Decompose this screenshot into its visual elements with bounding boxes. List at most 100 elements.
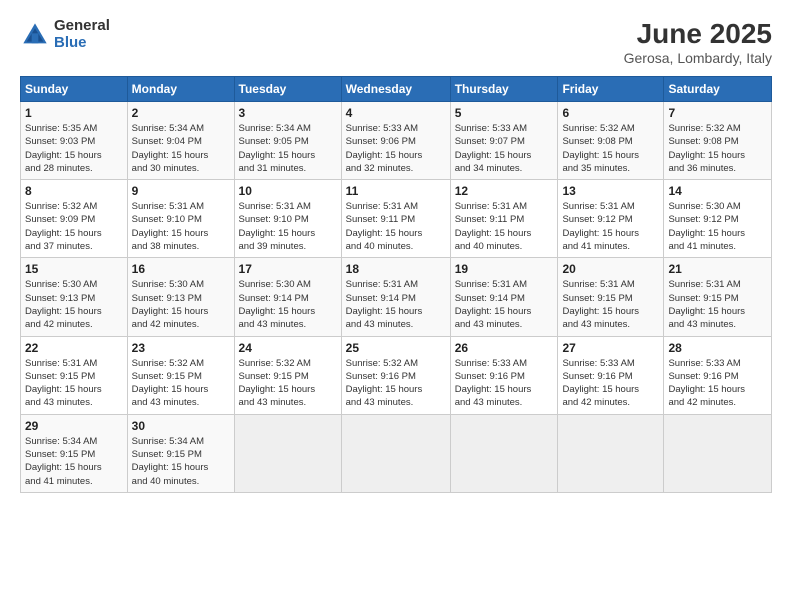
day-number: 2 [132, 106, 230, 120]
calendar-cell-23: 23 Sunrise: 5:32 AM Sunset: 9:15 PM Dayl… [127, 336, 234, 414]
calendar-cell-4: 4 Sunrise: 5:33 AM Sunset: 9:06 PM Dayli… [341, 102, 450, 180]
month-title: June 2025 [624, 18, 772, 50]
day-info: Sunrise: 5:33 AM Sunset: 9:16 PM Dayligh… [668, 357, 767, 410]
location: Gerosa, Lombardy, Italy [624, 50, 772, 66]
day-info: Sunrise: 5:31 AM Sunset: 9:14 PM Dayligh… [346, 278, 446, 331]
day-info: Sunrise: 5:34 AM Sunset: 9:05 PM Dayligh… [239, 122, 337, 175]
day-info: Sunrise: 5:30 AM Sunset: 9:13 PM Dayligh… [25, 278, 123, 331]
day-number: 20 [562, 262, 659, 276]
day-info: Sunrise: 5:33 AM Sunset: 9:16 PM Dayligh… [455, 357, 554, 410]
logo-icon [20, 20, 50, 50]
day-info: Sunrise: 5:31 AM Sunset: 9:15 PM Dayligh… [25, 357, 123, 410]
day-number: 28 [668, 341, 767, 355]
col-sunday: Sunday [21, 77, 128, 102]
calendar-cell-1: 1 Sunrise: 5:35 AM Sunset: 9:03 PM Dayli… [21, 102, 128, 180]
col-monday: Monday [127, 77, 234, 102]
day-number: 13 [562, 184, 659, 198]
calendar-cell-16: 16 Sunrise: 5:30 AM Sunset: 9:13 PM Dayl… [127, 258, 234, 336]
day-info: Sunrise: 5:31 AM Sunset: 9:14 PM Dayligh… [455, 278, 554, 331]
calendar-cell-30: 30 Sunrise: 5:34 AM Sunset: 9:15 PM Dayl… [127, 414, 234, 492]
day-number: 30 [132, 419, 230, 433]
calendar-week-4: 22 Sunrise: 5:31 AM Sunset: 9:15 PM Dayl… [21, 336, 772, 414]
calendar-week-5: 29 Sunrise: 5:34 AM Sunset: 9:15 PM Dayl… [21, 414, 772, 492]
day-number: 6 [562, 106, 659, 120]
day-info: Sunrise: 5:31 AM Sunset: 9:15 PM Dayligh… [668, 278, 767, 331]
day-info: Sunrise: 5:30 AM Sunset: 9:12 PM Dayligh… [668, 200, 767, 253]
day-info: Sunrise: 5:32 AM Sunset: 9:09 PM Dayligh… [25, 200, 123, 253]
calendar-week-2: 8 Sunrise: 5:32 AM Sunset: 9:09 PM Dayli… [21, 180, 772, 258]
day-info: Sunrise: 5:32 AM Sunset: 9:15 PM Dayligh… [239, 357, 337, 410]
header: General Blue June 2025 Gerosa, Lombardy,… [20, 18, 772, 66]
calendar-cell-empty [664, 414, 772, 492]
calendar-cell-19: 19 Sunrise: 5:31 AM Sunset: 9:14 PM Dayl… [450, 258, 558, 336]
day-info: Sunrise: 5:32 AM Sunset: 9:08 PM Dayligh… [668, 122, 767, 175]
day-number: 17 [239, 262, 337, 276]
col-tuesday: Tuesday [234, 77, 341, 102]
day-number: 26 [455, 341, 554, 355]
logo-text: General Blue [54, 18, 110, 51]
logo-general-text: General [54, 18, 110, 35]
calendar-cell-empty [234, 414, 341, 492]
calendar-cell-7: 7 Sunrise: 5:32 AM Sunset: 9:08 PM Dayli… [664, 102, 772, 180]
calendar-cell-3: 3 Sunrise: 5:34 AM Sunset: 9:05 PM Dayli… [234, 102, 341, 180]
day-info: Sunrise: 5:31 AM Sunset: 9:11 PM Dayligh… [455, 200, 554, 253]
day-number: 29 [25, 419, 123, 433]
calendar-cell-18: 18 Sunrise: 5:31 AM Sunset: 9:14 PM Dayl… [341, 258, 450, 336]
calendar-table: Sunday Monday Tuesday Wednesday Thursday… [20, 76, 772, 493]
day-number: 8 [25, 184, 123, 198]
day-info: Sunrise: 5:31 AM Sunset: 9:12 PM Dayligh… [562, 200, 659, 253]
day-number: 1 [25, 106, 123, 120]
day-number: 4 [346, 106, 446, 120]
calendar-cell-6: 6 Sunrise: 5:32 AM Sunset: 9:08 PM Dayli… [558, 102, 664, 180]
day-info: Sunrise: 5:31 AM Sunset: 9:10 PM Dayligh… [239, 200, 337, 253]
title-block: June 2025 Gerosa, Lombardy, Italy [624, 18, 772, 66]
calendar-cell-26: 26 Sunrise: 5:33 AM Sunset: 9:16 PM Dayl… [450, 336, 558, 414]
calendar-cell-empty [341, 414, 450, 492]
calendar-cell-17: 17 Sunrise: 5:30 AM Sunset: 9:14 PM Dayl… [234, 258, 341, 336]
day-info: Sunrise: 5:33 AM Sunset: 9:06 PM Dayligh… [346, 122, 446, 175]
day-info: Sunrise: 5:31 AM Sunset: 9:15 PM Dayligh… [562, 278, 659, 331]
calendar-cell-14: 14 Sunrise: 5:30 AM Sunset: 9:12 PM Dayl… [664, 180, 772, 258]
calendar-cell-15: 15 Sunrise: 5:30 AM Sunset: 9:13 PM Dayl… [21, 258, 128, 336]
day-number: 22 [25, 341, 123, 355]
day-info: Sunrise: 5:32 AM Sunset: 9:16 PM Dayligh… [346, 357, 446, 410]
day-info: Sunrise: 5:31 AM Sunset: 9:11 PM Dayligh… [346, 200, 446, 253]
day-number: 24 [239, 341, 337, 355]
calendar-cell-28: 28 Sunrise: 5:33 AM Sunset: 9:16 PM Dayl… [664, 336, 772, 414]
calendar-cell-29: 29 Sunrise: 5:34 AM Sunset: 9:15 PM Dayl… [21, 414, 128, 492]
calendar-week-3: 15 Sunrise: 5:30 AM Sunset: 9:13 PM Dayl… [21, 258, 772, 336]
day-info: Sunrise: 5:34 AM Sunset: 9:15 PM Dayligh… [25, 435, 123, 488]
calendar-header-row: Sunday Monday Tuesday Wednesday Thursday… [21, 77, 772, 102]
calendar-cell-22: 22 Sunrise: 5:31 AM Sunset: 9:15 PM Dayl… [21, 336, 128, 414]
day-number: 12 [455, 184, 554, 198]
calendar-cell-2: 2 Sunrise: 5:34 AM Sunset: 9:04 PM Dayli… [127, 102, 234, 180]
day-info: Sunrise: 5:34 AM Sunset: 9:04 PM Dayligh… [132, 122, 230, 175]
day-number: 11 [346, 184, 446, 198]
day-number: 5 [455, 106, 554, 120]
calendar-cell-20: 20 Sunrise: 5:31 AM Sunset: 9:15 PM Dayl… [558, 258, 664, 336]
calendar-cell-13: 13 Sunrise: 5:31 AM Sunset: 9:12 PM Dayl… [558, 180, 664, 258]
day-number: 23 [132, 341, 230, 355]
calendar-cell-8: 8 Sunrise: 5:32 AM Sunset: 9:09 PM Dayli… [21, 180, 128, 258]
calendar-cell-12: 12 Sunrise: 5:31 AM Sunset: 9:11 PM Dayl… [450, 180, 558, 258]
page: General Blue June 2025 Gerosa, Lombardy,… [0, 0, 792, 612]
day-info: Sunrise: 5:32 AM Sunset: 9:08 PM Dayligh… [562, 122, 659, 175]
calendar-cell-24: 24 Sunrise: 5:32 AM Sunset: 9:15 PM Dayl… [234, 336, 341, 414]
col-thursday: Thursday [450, 77, 558, 102]
day-number: 21 [668, 262, 767, 276]
col-wednesday: Wednesday [341, 77, 450, 102]
day-number: 3 [239, 106, 337, 120]
day-number: 9 [132, 184, 230, 198]
day-number: 25 [346, 341, 446, 355]
day-info: Sunrise: 5:30 AM Sunset: 9:13 PM Dayligh… [132, 278, 230, 331]
day-number: 14 [668, 184, 767, 198]
day-info: Sunrise: 5:31 AM Sunset: 9:10 PM Dayligh… [132, 200, 230, 253]
day-number: 10 [239, 184, 337, 198]
calendar-cell-21: 21 Sunrise: 5:31 AM Sunset: 9:15 PM Dayl… [664, 258, 772, 336]
calendar-cell-27: 27 Sunrise: 5:33 AM Sunset: 9:16 PM Dayl… [558, 336, 664, 414]
day-number: 19 [455, 262, 554, 276]
calendar-cell-25: 25 Sunrise: 5:32 AM Sunset: 9:16 PM Dayl… [341, 336, 450, 414]
col-friday: Friday [558, 77, 664, 102]
calendar-cell-empty [558, 414, 664, 492]
calendar-cell-9: 9 Sunrise: 5:31 AM Sunset: 9:10 PM Dayli… [127, 180, 234, 258]
